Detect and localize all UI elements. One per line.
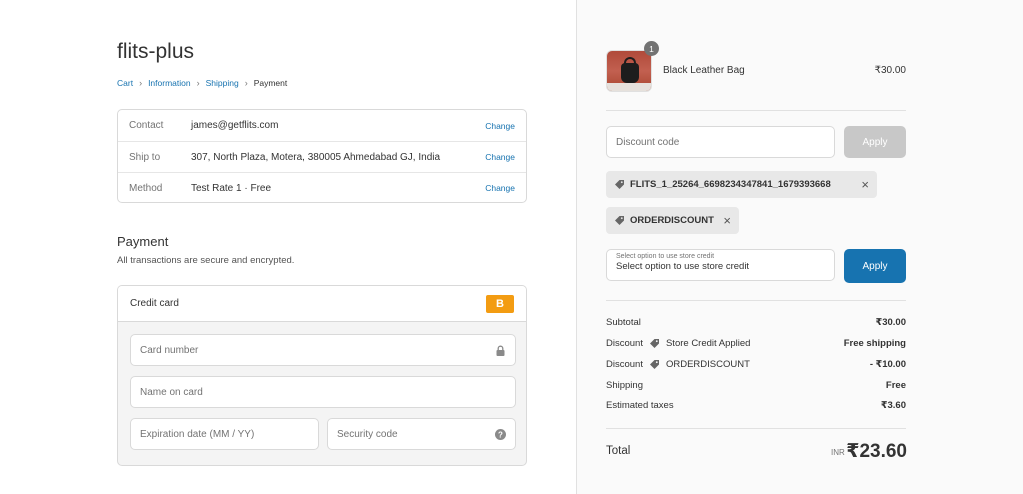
summary-discount-store-credit: Discount Store Credit Applied Free shipp… bbox=[606, 338, 906, 349]
tag-icon bbox=[614, 215, 625, 226]
tag-icon bbox=[649, 359, 660, 370]
review-box: Contact james@getflits.com Change Ship t… bbox=[117, 109, 527, 203]
summary-taxes: Estimated taxes ₹3.60 bbox=[606, 400, 906, 411]
apply-discount-button[interactable]: Apply bbox=[844, 126, 906, 158]
breadcrumb-information[interactable]: Information bbox=[148, 78, 191, 88]
payment-heading: Payment bbox=[117, 234, 169, 249]
store-credit-select[interactable]: Select option to use store credit Select… bbox=[606, 249, 835, 281]
total-label: Total bbox=[606, 445, 631, 457]
taxes-label: Estimated taxes bbox=[606, 400, 674, 411]
discount-label: Discount bbox=[606, 338, 643, 349]
discount-tag: ORDERDISCOUNT bbox=[665, 359, 750, 370]
discount-value: Free shipping bbox=[843, 338, 906, 349]
name-on-card-field[interactable]: Name on card bbox=[130, 376, 516, 408]
change-method-link[interactable]: Change bbox=[485, 183, 515, 193]
name-on-card-placeholder: Name on card bbox=[140, 386, 203, 398]
discount-code-placeholder: Discount code bbox=[616, 136, 680, 148]
close-icon[interactable]: × bbox=[861, 177, 869, 192]
subtotal-label: Subtotal bbox=[606, 317, 641, 328]
expiration-date-placeholder: Expiration date (MM / YY) bbox=[140, 428, 255, 440]
summary-discount-order: Discount ORDERDISCOUNT - ₹10.00 bbox=[606, 359, 906, 370]
review-value: james@getflits.com bbox=[191, 120, 279, 131]
security-code-placeholder: Security code bbox=[337, 428, 398, 440]
payment-subheading: All transactions are secure and encrypte… bbox=[117, 255, 295, 266]
checkout-main: flits-plus Cart › Information › Shipping… bbox=[0, 0, 576, 494]
tag-icon bbox=[649, 338, 660, 349]
shop-title[interactable]: flits-plus bbox=[117, 40, 194, 64]
subtotal-value: ₹30.00 bbox=[875, 317, 906, 328]
shipping-label: Shipping bbox=[606, 380, 643, 391]
chevron-right-icon: › bbox=[244, 78, 248, 88]
product-price: ₹30.00 bbox=[874, 65, 906, 76]
review-label: Ship to bbox=[129, 151, 161, 163]
divider bbox=[606, 110, 906, 111]
discount-label: Discount bbox=[606, 359, 643, 370]
shipping-value: Free bbox=[885, 380, 906, 391]
review-row-contact: Contact james@getflits.com Change bbox=[118, 110, 526, 141]
taxes-value: ₹3.60 bbox=[880, 400, 906, 411]
product-name: Black Leather Bag bbox=[663, 65, 745, 76]
credit-card-box: Credit card B Card number Name on card E… bbox=[117, 285, 527, 466]
total-value: ₹23.60 bbox=[846, 441, 907, 462]
store-credit-select-value: Select option to use store credit bbox=[616, 261, 750, 272]
breadcrumb-shipping[interactable]: Shipping bbox=[206, 78, 239, 88]
chevron-right-icon: › bbox=[139, 78, 143, 88]
apply-store-credit-button[interactable]: Apply bbox=[844, 249, 906, 283]
credit-card-header[interactable]: Credit card B bbox=[118, 286, 526, 322]
lock-icon bbox=[495, 345, 506, 356]
discount-chip-code: FLITS_1_25264_6698234347841_1679393668 bbox=[630, 179, 831, 190]
divider bbox=[606, 300, 906, 301]
discount-value: - ₹10.00 bbox=[869, 359, 906, 370]
product-thumbnail bbox=[606, 50, 652, 92]
breadcrumb: Cart › Information › Shipping › Payment bbox=[117, 78, 287, 88]
help-icon[interactable]: ? bbox=[495, 428, 506, 440]
summary-shipping: Shipping Free bbox=[606, 380, 906, 391]
divider bbox=[606, 428, 906, 429]
breadcrumb-cart[interactable]: Cart bbox=[117, 78, 133, 88]
discount-chip: ORDERDISCOUNT × bbox=[606, 207, 739, 234]
change-ship-to-link[interactable]: Change bbox=[485, 152, 515, 162]
tag-icon bbox=[614, 179, 625, 190]
review-label: Contact bbox=[129, 120, 164, 131]
review-value: 307, North Plaza, Motera, 380005 Ahmedab… bbox=[191, 151, 441, 163]
discount-chip: FLITS_1_25264_6698234347841_1679393668 × bbox=[606, 171, 877, 198]
discount-code-input[interactable]: Discount code bbox=[606, 126, 835, 158]
card-number-placeholder: Card number bbox=[140, 344, 199, 356]
change-contact-link[interactable]: Change bbox=[485, 121, 515, 131]
discount-chip-code: ORDERDISCOUNT bbox=[630, 215, 714, 226]
review-value: Test Rate 1 · Free bbox=[191, 182, 272, 194]
review-row-method: Method Test Rate 1 · Free Change bbox=[118, 172, 526, 203]
close-icon[interactable]: × bbox=[723, 213, 731, 228]
quantity-badge: 1 bbox=[644, 41, 659, 56]
breadcrumb-payment: Payment bbox=[253, 78, 288, 88]
expiration-date-field[interactable]: Expiration date (MM / YY) bbox=[130, 418, 319, 450]
svg-text:?: ? bbox=[498, 430, 503, 439]
chevron-right-icon: › bbox=[196, 78, 200, 88]
summary-subtotal: Subtotal ₹30.00 bbox=[606, 317, 906, 328]
credit-card-label: Credit card bbox=[130, 298, 179, 309]
total-currency: INR bbox=[831, 448, 845, 457]
security-code-field[interactable]: Security code ? bbox=[327, 418, 516, 450]
review-label: Method bbox=[129, 182, 163, 194]
store-credit-select-label: Select option to use store credit bbox=[616, 253, 715, 260]
discount-tag: Store Credit Applied bbox=[665, 338, 751, 349]
review-row-ship-to: Ship to 307, North Plaza, Motera, 380005… bbox=[118, 141, 526, 172]
card-number-field[interactable]: Card number bbox=[130, 334, 516, 366]
card-brand-badge: B bbox=[486, 294, 514, 313]
